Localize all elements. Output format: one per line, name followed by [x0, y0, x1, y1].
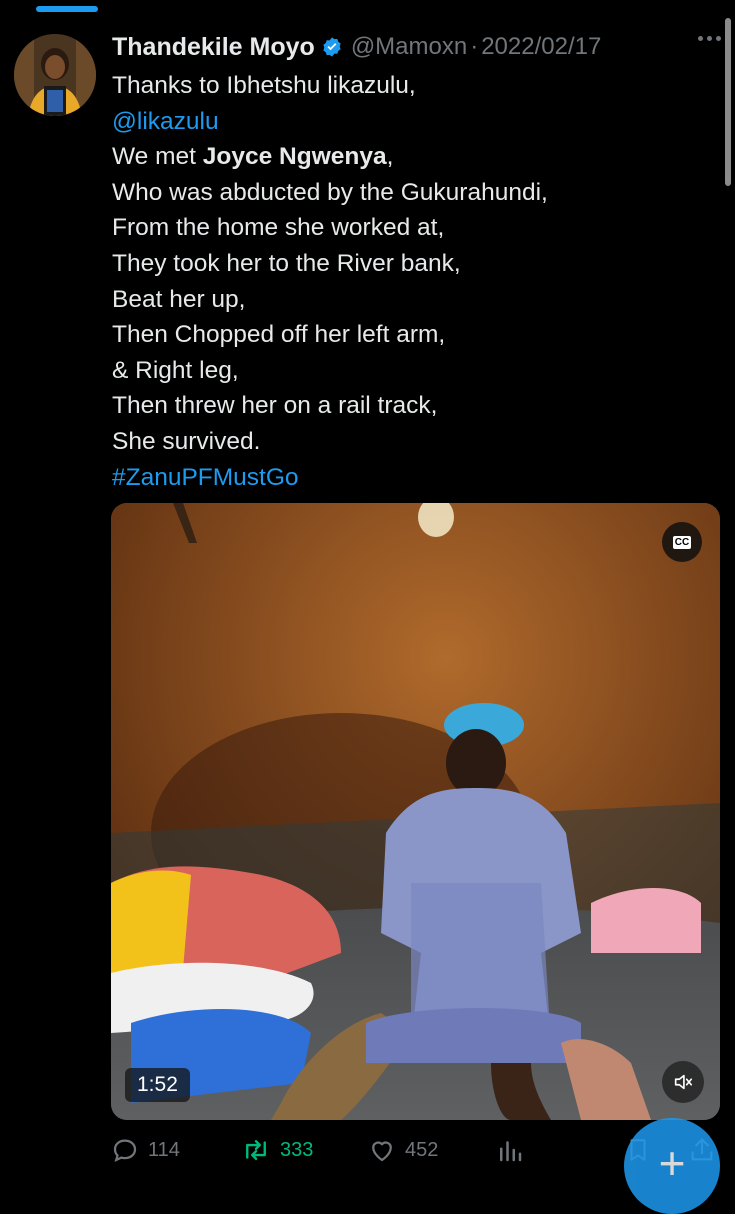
tweet-line: We met Joyce Ngwenya, [112, 139, 712, 175]
tweet-line: Then Chopped off her left arm, [112, 317, 712, 353]
hashtag-link[interactable]: #ZanuPFMustGo [112, 464, 299, 491]
verified-badge-icon [323, 37, 341, 57]
tweet-line: #ZanuPFMustGo [112, 460, 712, 496]
more-options-icon[interactable] [698, 36, 721, 41]
video-player[interactable] [111, 503, 720, 1120]
mute-button[interactable] [662, 1061, 704, 1103]
tweet-text: Thanks to Ibhetshu likazulu, @likazulu We … [112, 68, 712, 495]
captions-button[interactable]: CC [662, 522, 702, 562]
analytics-icon [500, 1141, 522, 1162]
like-button[interactable]: 452 [367, 1130, 438, 1170]
tweet-line: Then threw her on a rail track, [112, 388, 712, 424]
more-dot [698, 36, 703, 41]
retweet-button[interactable]: 333 [240, 1130, 313, 1170]
text-segment: They took her to the River bank, [112, 249, 461, 277]
bold-text: Joyce Ngwenya [202, 143, 387, 171]
reply-icon [113, 1139, 137, 1163]
tweet-line: From the home she worked at, [112, 210, 712, 246]
video-frame [111, 503, 720, 1120]
text-segment: & Right leg, [112, 356, 239, 384]
reply-button[interactable]: 114 [110, 1130, 180, 1170]
tweet-line: They took her to the River bank, [112, 246, 712, 282]
text-segment: Beat her up, [112, 285, 246, 313]
text-segment: Thanks to Ibhetshu likazulu, [112, 72, 416, 99]
tweet-header: Thandekile Moyo @Mamoxn · 2022/02/17 [112, 29, 715, 65]
text-segment: Then Chopped off her left arm, [112, 321, 446, 349]
text-segment: From the home she worked at, [112, 214, 445, 242]
reply-count: 114 [148, 1138, 180, 1161]
avatar[interactable] [14, 34, 96, 116]
retweet-icon [246, 1140, 266, 1160]
avatar-image [14, 34, 96, 116]
speaker-muted-icon [674, 1074, 693, 1090]
video-duration: 1:52 [125, 1068, 190, 1102]
tweet-line: Thanks to Ibhetshu likazulu, [112, 68, 712, 104]
text-segment: Who was abducted by the Gukurahundi, [112, 178, 548, 206]
captions-label: CC [672, 535, 692, 549]
views-button[interactable] [495, 1130, 525, 1170]
header-separator: · [470, 33, 479, 60]
tweet-line: @likazulu [112, 104, 712, 140]
tweet-line: Beat her up, [112, 282, 712, 318]
text-segment: Then threw her on a rail track, [112, 392, 438, 420]
retweet-count: 333 [280, 1138, 314, 1161]
tweet-line: She survived. [112, 424, 712, 460]
tweet-line: & Right leg, [112, 353, 712, 389]
tweet: Thandekile Moyo @Mamoxn · 2022/02/17 Tha… [0, 0, 735, 1214]
mention-link[interactable]: @likazulu [112, 108, 219, 135]
heart-icon [372, 1141, 392, 1162]
author-handle[interactable]: @Mamoxn [351, 33, 467, 61]
text-segment: , [386, 143, 394, 171]
like-count: 452 [405, 1138, 439, 1161]
text-segment: We met [112, 143, 203, 171]
text-segment: She survived. [112, 427, 261, 455]
tweet-date[interactable]: 2022/02/17 [481, 33, 601, 61]
plus-icon: + [658, 1137, 686, 1189]
more-dot [716, 36, 721, 41]
tweet-line: Who was abducted by the Gukurahundi, [112, 175, 712, 211]
more-dot [707, 36, 712, 41]
author-name[interactable]: Thandekile Moyo [112, 33, 315, 62]
